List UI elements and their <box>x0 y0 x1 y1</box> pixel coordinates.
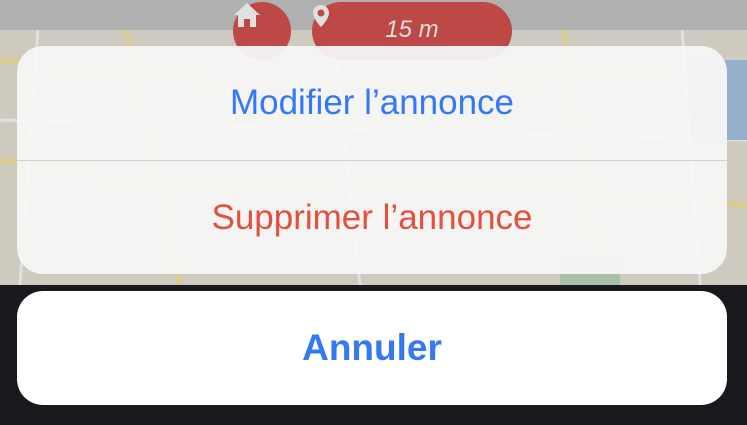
modify-listing-button[interactable]: Modifier l’annonce <box>17 46 727 160</box>
delete-listing-button[interactable]: Supprimer l’annonce <box>17 161 727 274</box>
action-sheet-group: Modifier l’annonce Supprimer l’annonce <box>17 46 727 274</box>
screen: 15 m Modifier l’annonce Supprimer l’anno… <box>0 0 747 425</box>
cancel-button[interactable]: Annuler <box>17 291 727 405</box>
